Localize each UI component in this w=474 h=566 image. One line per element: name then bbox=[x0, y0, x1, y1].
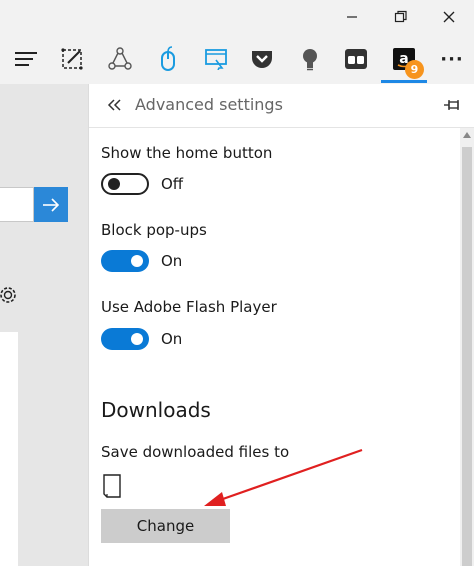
screenshot-extension-icon bbox=[205, 49, 227, 70]
hub-icon bbox=[15, 52, 37, 66]
block-popups-toggle[interactable] bbox=[101, 250, 149, 272]
downloads-heading: Downloads bbox=[101, 398, 211, 422]
panel-header: Advanced settings bbox=[89, 84, 474, 128]
title-bar bbox=[0, 0, 474, 34]
flash-player-toggle[interactable] bbox=[101, 328, 149, 350]
screenshot-extension-button[interactable] bbox=[200, 43, 232, 75]
more-icon: ··· bbox=[440, 48, 464, 70]
minimize-button[interactable] bbox=[341, 6, 363, 28]
close-icon bbox=[443, 11, 455, 23]
block-popups-label: Block pop-ups bbox=[101, 221, 207, 239]
share-icon bbox=[108, 47, 132, 70]
home-button-label: Show the home button bbox=[101, 144, 273, 162]
home-button-toggle[interactable] bbox=[101, 173, 149, 195]
toggle-knob bbox=[131, 333, 143, 345]
web-note-button[interactable] bbox=[56, 43, 88, 75]
lightbulb-button[interactable] bbox=[294, 43, 326, 75]
folder-icon bbox=[103, 474, 121, 498]
share-button[interactable] bbox=[104, 43, 136, 75]
restore-button[interactable] bbox=[390, 6, 412, 28]
change-download-location-button[interactable]: Change bbox=[101, 509, 230, 543]
block-popups-state: On bbox=[161, 252, 183, 270]
flash-player-state: On bbox=[161, 330, 183, 348]
back-icon[interactable] bbox=[105, 96, 123, 114]
pin-icon[interactable] bbox=[443, 97, 461, 113]
lightbulb-icon bbox=[303, 49, 317, 71]
hub-button[interactable] bbox=[10, 43, 42, 75]
panel-scrollbar-thumb[interactable] bbox=[462, 147, 472, 566]
gear-icon[interactable] bbox=[0, 282, 20, 308]
pocket-button[interactable] bbox=[246, 43, 278, 75]
panel-title: Advanced settings bbox=[135, 95, 283, 114]
arrow-right-icon bbox=[43, 197, 60, 212]
restore-icon bbox=[394, 10, 407, 23]
background-go-button[interactable] bbox=[34, 187, 68, 222]
toggle-knob bbox=[131, 255, 143, 267]
web-note-icon bbox=[61, 48, 83, 70]
mouse-extension-icon bbox=[161, 46, 175, 71]
chevron-up-icon bbox=[463, 132, 471, 138]
tabs-extension-icon bbox=[345, 49, 367, 69]
amazon-badge: 9 bbox=[405, 60, 424, 79]
pocket-icon bbox=[252, 51, 272, 68]
close-button[interactable] bbox=[438, 6, 460, 28]
more-button[interactable]: ··· bbox=[436, 43, 468, 75]
home-button-state: Off bbox=[161, 175, 184, 193]
background-page-content bbox=[0, 332, 18, 566]
tabs-extension-button[interactable] bbox=[340, 43, 372, 75]
flash-player-label: Use Adobe Flash Player bbox=[101, 298, 277, 316]
scroll-up-button[interactable] bbox=[461, 128, 473, 142]
background-search-input[interactable] bbox=[0, 187, 34, 222]
active-extension-indicator bbox=[381, 80, 427, 83]
mouse-extension-button[interactable] bbox=[152, 43, 184, 75]
save-location-label: Save downloaded files to bbox=[101, 443, 290, 461]
advanced-settings-panel: Advanced settings Show the home button O… bbox=[88, 84, 474, 566]
browser-toolbar: a ··· bbox=[0, 34, 474, 84]
minimize-icon bbox=[347, 16, 357, 18]
toggle-knob bbox=[108, 178, 120, 190]
